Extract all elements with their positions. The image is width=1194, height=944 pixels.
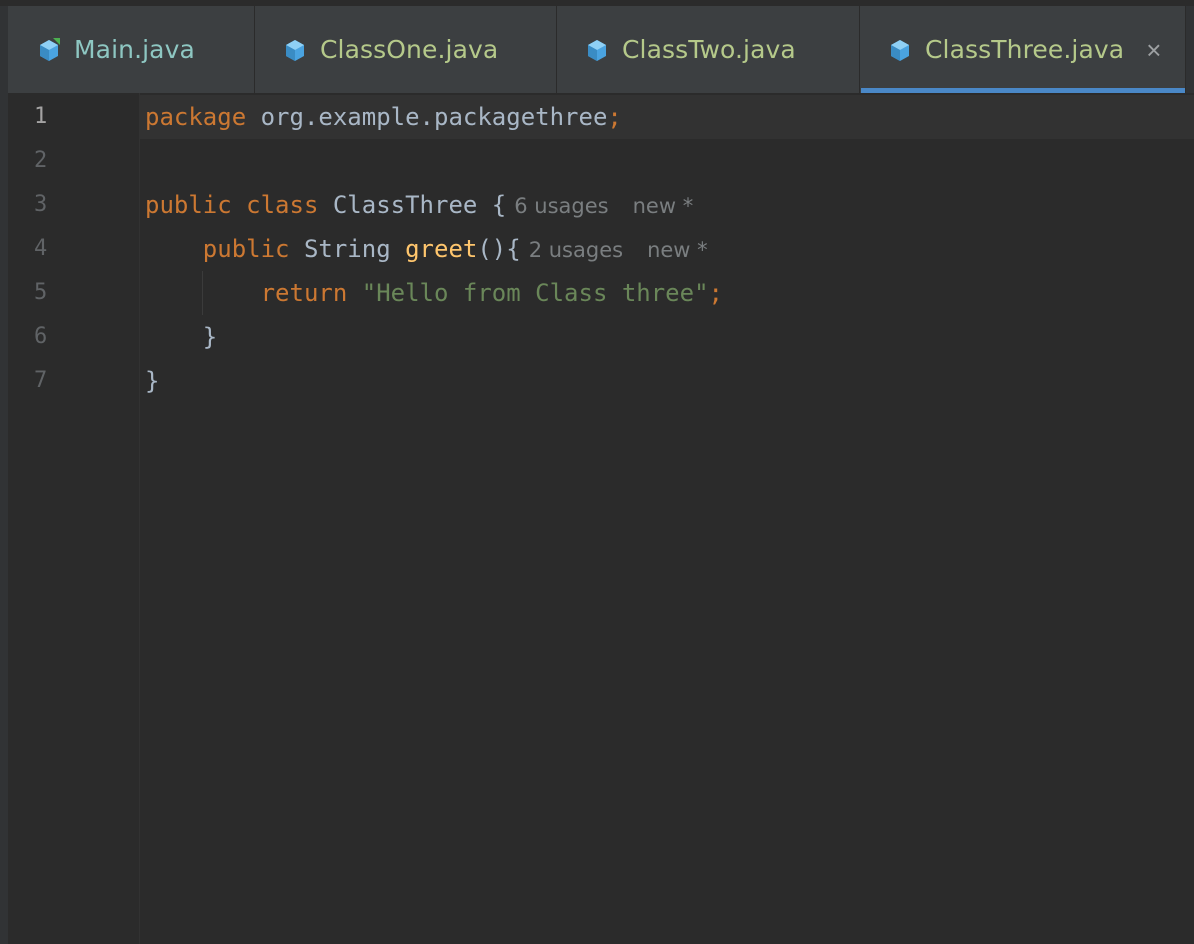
tab-label: Main.java — [74, 35, 195, 64]
code-line-7[interactable]: } — [145, 359, 159, 403]
editor-window: Main.java ClassOne.java ClassTwo.java Cl… — [0, 0, 1194, 944]
keyword: public — [202, 235, 290, 263]
usages-hint[interactable]: 6 usages — [514, 194, 608, 218]
tab-classone-java[interactable]: ClassOne.java — [256, 6, 557, 93]
tab-main-java[interactable]: Main.java — [8, 6, 255, 93]
semicolon: ; — [607, 103, 622, 131]
java-class-icon — [282, 37, 308, 63]
close-icon[interactable]: × — [1146, 37, 1161, 63]
line-number: 5 — [34, 280, 48, 305]
keyword: return — [260, 279, 348, 307]
line-number-gutter[interactable]: 1 2 3 4 5 6 7 — [0, 93, 140, 944]
line-number: 7 — [34, 368, 48, 393]
author-hint[interactable]: new * — [633, 194, 694, 218]
java-class-icon — [887, 37, 913, 63]
tab-classthree-java[interactable]: ClassThree.java × — [861, 6, 1186, 93]
code-line-6[interactable]: } — [145, 315, 217, 359]
class-name: ClassThree { — [318, 191, 507, 219]
keyword: class — [246, 191, 319, 219]
method-name: greet — [405, 235, 478, 263]
semicolon: ; — [708, 279, 723, 307]
closing-brace: } — [202, 323, 218, 351]
line-number: 4 — [34, 236, 48, 261]
code-line-4[interactable]: public String greet(){ 2 usages new * — [145, 227, 708, 271]
tab-label: ClassOne.java — [320, 35, 499, 64]
string-literal: "Hello from Class three" — [361, 279, 709, 307]
tab-classtwo-java[interactable]: ClassTwo.java — [558, 6, 860, 93]
code-editor[interactable]: package org.example.packagethree; public… — [140, 93, 1194, 944]
tab-label: ClassThree.java — [925, 35, 1125, 64]
keyword: public — [145, 191, 232, 219]
line-number: 2 — [34, 148, 48, 173]
java-class-icon — [584, 37, 610, 63]
method-params: (){ — [477, 235, 521, 263]
closing-brace: } — [145, 367, 160, 395]
author-hint[interactable]: new * — [647, 238, 708, 262]
java-class-main-icon — [36, 37, 62, 63]
code-line-5[interactable]: return "Hello from Class three"; — [145, 271, 723, 315]
keyword: package — [145, 103, 247, 131]
usages-hint[interactable]: 2 usages — [529, 238, 623, 262]
package-name: org.example.packagethree — [246, 103, 608, 131]
tab-label: ClassTwo.java — [622, 35, 796, 64]
line-number: 3 — [34, 192, 48, 217]
line-number: 1 — [34, 104, 48, 129]
code-line-1[interactable]: package org.example.packagethree; — [145, 95, 622, 139]
tab-bar: Main.java ClassOne.java ClassTwo.java Cl… — [0, 0, 1194, 93]
return-type: String — [289, 235, 406, 263]
line-number: 6 — [34, 324, 48, 349]
code-line-3[interactable]: public class ClassThree { 6 usages new * — [145, 183, 693, 227]
